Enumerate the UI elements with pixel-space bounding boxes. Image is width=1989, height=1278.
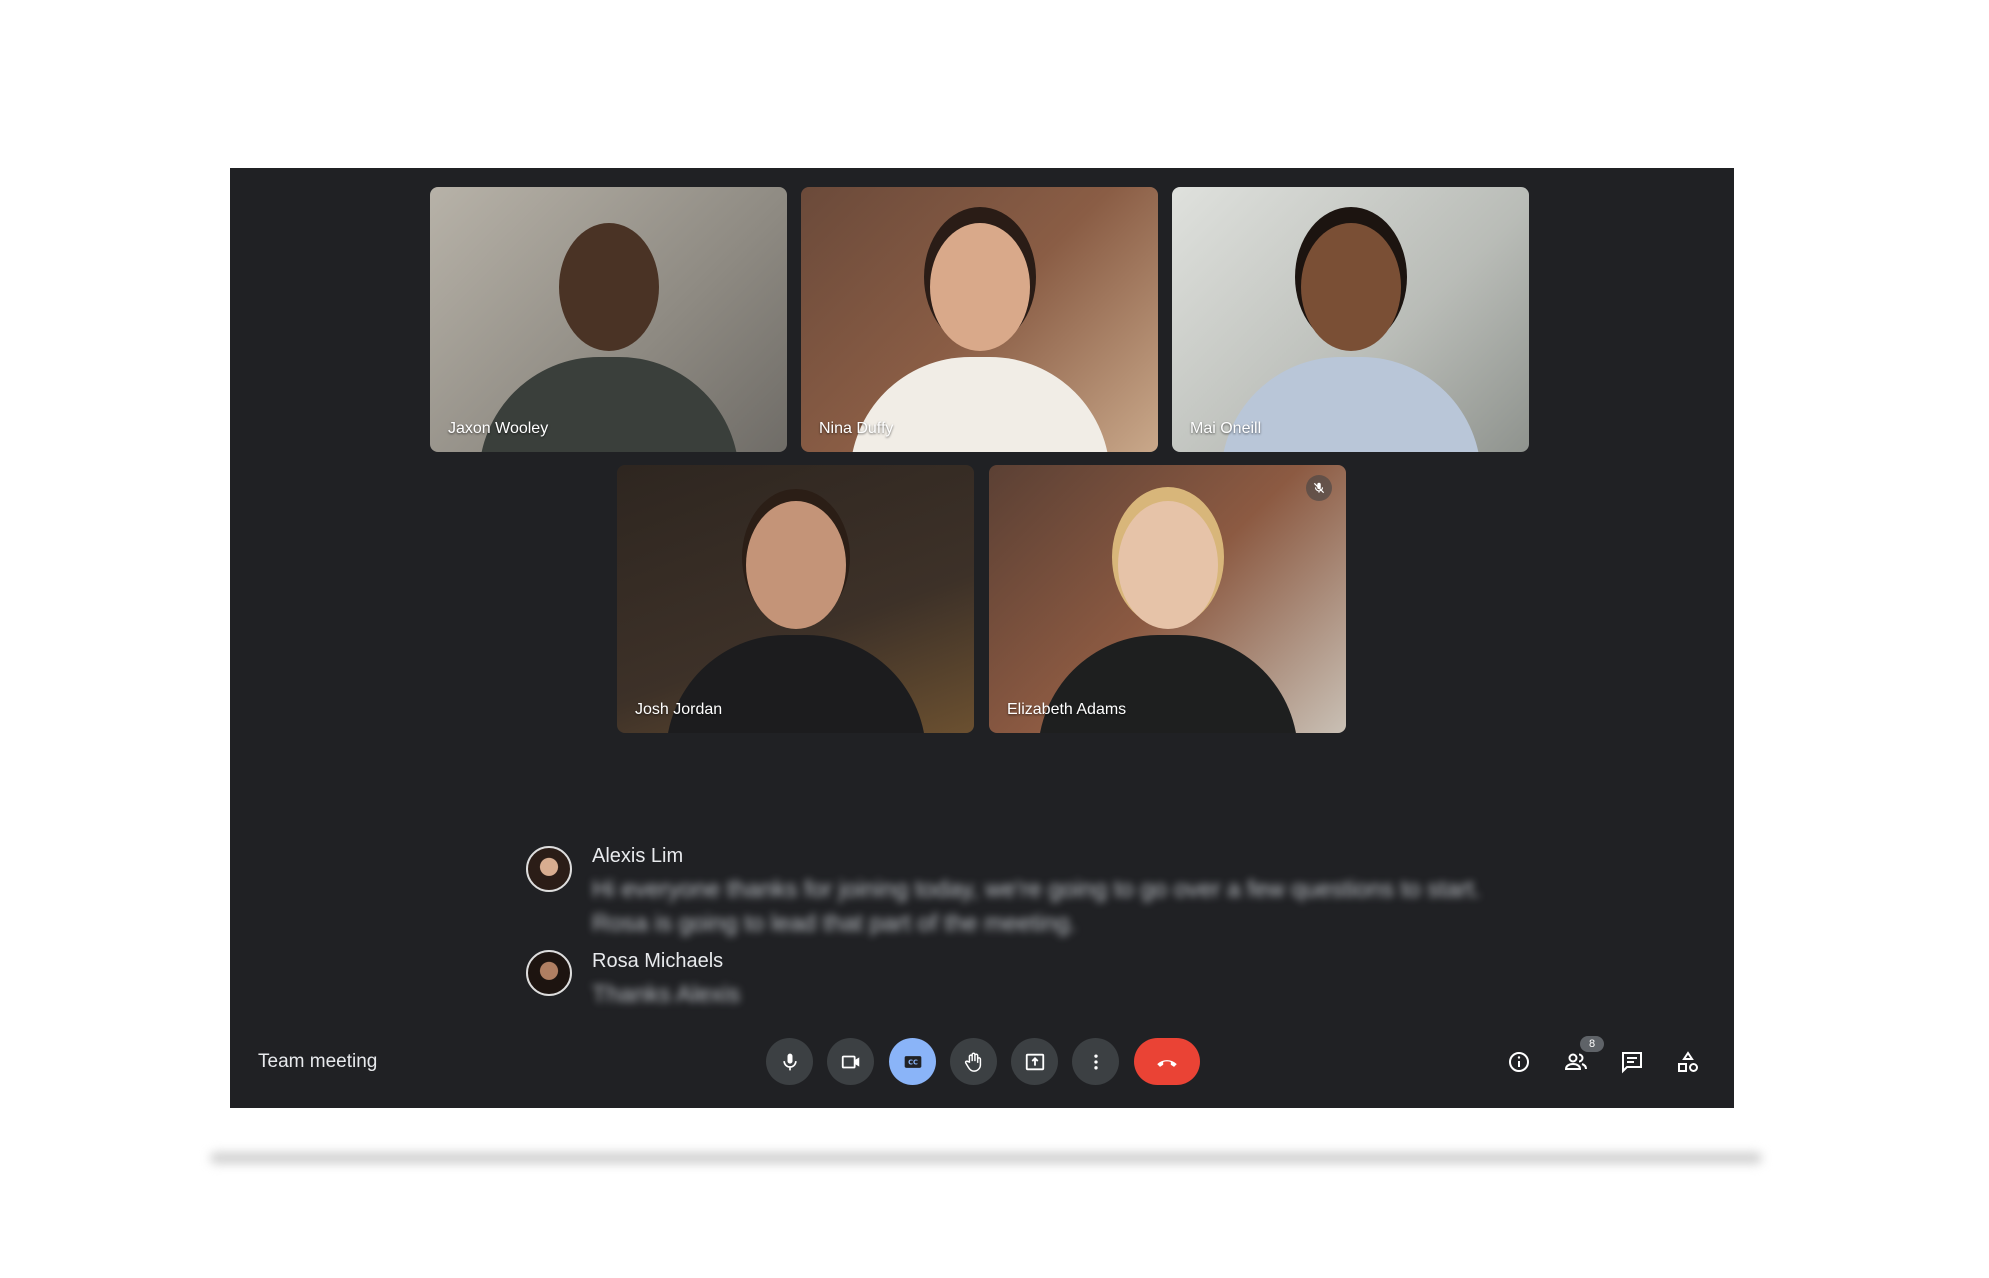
microphone-button[interactable] [766, 1038, 813, 1085]
people-button[interactable] [1562, 1048, 1590, 1076]
participant-name: Jaxon Wooley [448, 420, 549, 437]
chat-button[interactable] [1618, 1048, 1646, 1076]
end-call-icon [1157, 1059, 1177, 1067]
activities-icon [1678, 1051, 1698, 1072]
participant-tile[interactable]: Nina Duffy [801, 187, 1158, 452]
people-icon [1564, 1053, 1587, 1070]
more-options-button[interactable] [1072, 1038, 1119, 1085]
caption-text: Thanks Alexis [592, 981, 741, 1008]
caption-text: Hi everyone thanks for joining today, we… [592, 876, 1481, 937]
raise-hand-icon [964, 1052, 981, 1072]
people-count-badge: 8 [1580, 1036, 1604, 1052]
raise-hand-button[interactable] [950, 1038, 997, 1085]
activities-button[interactable] [1674, 1048, 1702, 1076]
captions-button[interactable]: CC [889, 1038, 936, 1085]
chat-icon [1622, 1052, 1642, 1074]
meeting-info-button[interactable] [1505, 1048, 1533, 1076]
window-shadow [210, 1152, 1762, 1164]
meeting-title: Team meeting [258, 1051, 378, 1072]
svg-text:CC: CC [908, 1058, 918, 1066]
captions-icon: CC [904, 1055, 921, 1068]
participant-tile[interactable]: Jaxon Wooley [430, 187, 787, 452]
more-options-icon [1093, 1054, 1098, 1069]
camera-button[interactable] [827, 1038, 874, 1085]
avatar [526, 846, 572, 892]
mic-off-icon [1306, 475, 1332, 501]
present-icon [1025, 1053, 1044, 1070]
participant-name: Mai Oneill [1190, 420, 1262, 437]
participant-name: Nina Duffy [819, 420, 894, 437]
info-icon [1509, 1052, 1529, 1072]
participant-name: Elizabeth Adams [1007, 701, 1127, 718]
caption-speaker: Alexis Lim [592, 845, 684, 867]
participant-tile[interactable]: Josh Jordan [617, 465, 974, 733]
participant-tile[interactable]: Elizabeth Adams [989, 465, 1346, 733]
caption-speaker: Rosa Michaels [592, 950, 724, 972]
mic-icon [782, 1053, 797, 1070]
camera-icon [841, 1055, 859, 1068]
end-call-button[interactable] [1134, 1038, 1200, 1085]
present-button[interactable] [1011, 1038, 1058, 1085]
participant-name: Josh Jordan [635, 701, 723, 718]
avatar [526, 950, 572, 996]
participant-tile[interactable]: Mai Oneill [1172, 187, 1529, 452]
